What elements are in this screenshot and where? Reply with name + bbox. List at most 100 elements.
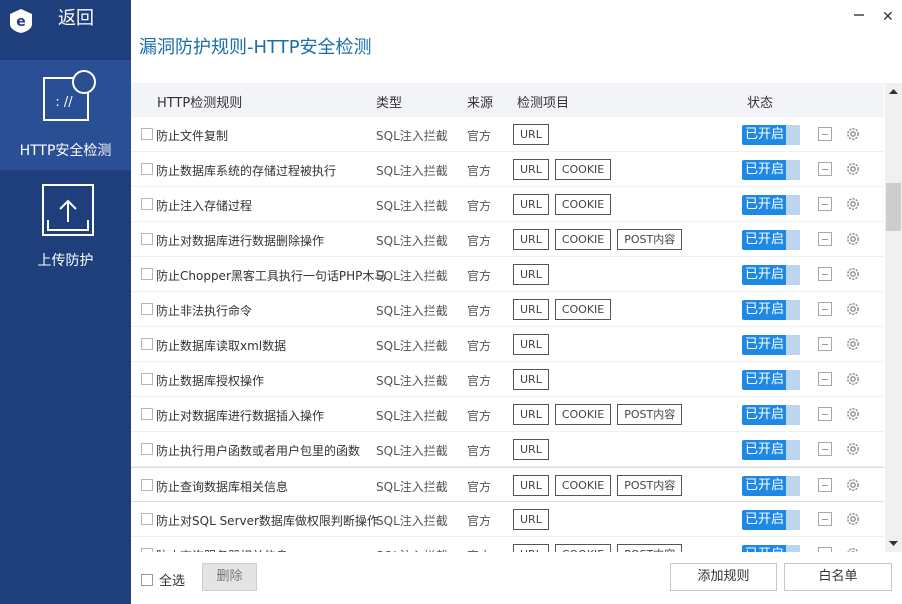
sidebar-item-upload-protection[interactable]: 上传防护	[0, 170, 131, 280]
scroll-thumb[interactable]	[886, 183, 901, 231]
status-toggle[interactable]: 已开启	[742, 160, 800, 180]
row-checkbox[interactable]	[141, 338, 153, 350]
status-toggle[interactable]: 已开启	[742, 476, 800, 496]
back-button[interactable]: e 返回	[0, 0, 131, 40]
table-header: HTTP检测规则 类型 来源 检测项目 状态	[131, 83, 884, 117]
table-row[interactable]: 防止对数据库进行数据插入操作 SQL注入拦截 官方 URL COOKIE POST内容 已开…	[131, 397, 884, 432]
row-checkbox[interactable]	[141, 268, 153, 280]
table-row[interactable]: 防止Chopper黑客工具执行一句话PHP木马 SQL注入拦截 官方 URL 已开启	[131, 257, 884, 292]
row-checkbox[interactable]	[141, 163, 153, 175]
status-toggle[interactable]: 已开启	[742, 230, 800, 250]
gear-icon[interactable]	[845, 301, 861, 317]
scroll-down-arrow-icon[interactable]	[885, 535, 902, 552]
rule-name: 防止对SQL Server数据库做权限判断操作	[156, 514, 379, 528]
select-all-checkbox[interactable]: 全选	[141, 570, 185, 589]
status-toggle[interactable]: 已开启	[742, 265, 800, 285]
collapse-icon[interactable]	[818, 232, 832, 246]
collapse-icon[interactable]	[818, 127, 832, 141]
status-toggle[interactable]: 已开启	[742, 545, 800, 552]
gear-icon[interactable]	[845, 441, 861, 457]
detection-item-tag: POST内容	[617, 404, 683, 425]
status-toggle[interactable]: 已开启	[742, 370, 800, 390]
rule-type: SQL注入拦截	[376, 480, 448, 494]
vertical-scrollbar[interactable]	[885, 83, 902, 552]
row-checkbox[interactable]	[141, 408, 153, 420]
checkbox[interactable]	[141, 573, 153, 586]
table-row[interactable]: 防止数据库授权操作 SQL注入拦截 官方 URL 已开启	[131, 362, 884, 397]
delete-button[interactable]: 删除	[202, 563, 257, 591]
collapse-icon[interactable]	[818, 478, 832, 492]
collapse-icon[interactable]	[818, 267, 832, 281]
gear-icon[interactable]	[845, 161, 861, 177]
scroll-up-arrow-icon[interactable]	[885, 83, 902, 100]
row-checkbox[interactable]	[141, 479, 153, 491]
column-header-source: 来源	[467, 96, 494, 111]
rule-source: 官方	[467, 514, 492, 528]
detection-item-tag: COOKIE	[554, 404, 612, 425]
collapse-icon[interactable]	[818, 512, 832, 526]
rule-source: 官方	[467, 129, 492, 143]
collapse-icon[interactable]	[818, 337, 832, 351]
table-row[interactable]: 防止查询数据库相关信息 SQL注入拦截 官方 URL COOKIE POST内容 已开启	[131, 467, 884, 502]
add-rule-button[interactable]: 添加规则	[670, 563, 777, 591]
gear-icon[interactable]	[845, 336, 861, 352]
rule-name: 防止非法执行命令	[156, 304, 253, 318]
table-row[interactable]: 防止文件复制 SQL注入拦截 官方 URL 已开启	[131, 117, 884, 152]
status-toggle[interactable]: 已开启	[742, 195, 800, 215]
collapse-icon[interactable]	[818, 162, 832, 176]
detection-item-tag: COOKIE	[554, 159, 612, 180]
row-checkbox[interactable]	[141, 198, 153, 210]
status-toggle[interactable]: 已开启	[742, 510, 800, 530]
detection-items: URLCOOKIEPOST内容	[513, 229, 683, 250]
collapse-icon[interactable]	[818, 407, 832, 421]
status-toggle[interactable]: 已开启	[742, 125, 800, 145]
gear-icon[interactable]	[845, 511, 861, 527]
status-toggle[interactable]: 已开启	[742, 440, 800, 460]
table-row[interactable]: 防止注入存储过程 SQL注入拦截 官方 URL COOKIE 已开启	[131, 187, 884, 222]
rule-source: 官方	[467, 547, 491, 552]
sidebar-item-http-security[interactable]: : // HTTP安全检测	[0, 60, 131, 170]
rule-source: 官方	[467, 199, 492, 213]
rules-table: HTTP检测规则 类型 来源 检测项目 状态 防止文件复制 SQL注入拦截 官方 UR…	[131, 83, 884, 552]
table-row[interactable]: 防止执行用户函数或者用户包里的函数 SQL注入拦截 官方 URL 已开启	[131, 432, 884, 467]
row-checkbox[interactable]	[141, 373, 153, 385]
column-header-status: 状态	[747, 96, 774, 111]
gear-icon[interactable]	[845, 371, 861, 387]
rule-name: 防止数据库系统的存储过程被执行	[156, 164, 337, 178]
table-row[interactable]: 防止非法执行命令 SQL注入拦截 官方 URL COOKIE 已开启	[131, 292, 884, 327]
row-checkbox[interactable]	[141, 513, 153, 525]
rule-type: SQL注入拦截	[376, 547, 448, 552]
table-row[interactable]: 防止查询服务器相关信息 SQL注入拦截 官方 URL COOKIE POST内容 已开启	[131, 537, 884, 552]
whitelist-button[interactable]: 白名单	[784, 563, 892, 591]
gear-icon[interactable]	[845, 231, 861, 247]
status-toggle[interactable]: 已开启	[742, 300, 800, 320]
minimize-icon[interactable]	[852, 8, 866, 22]
sidebar: e 返回 : // HTTP安全检测 上传防护	[0, 0, 131, 604]
row-checkbox[interactable]	[141, 548, 153, 552]
app-logo-icon: e	[10, 9, 32, 33]
status-toggle[interactable]: 已开启	[742, 405, 800, 425]
row-checkbox[interactable]	[141, 128, 153, 140]
status-toggle[interactable]: 已开启	[742, 335, 800, 355]
gear-icon[interactable]	[845, 196, 861, 212]
gear-icon[interactable]	[845, 126, 861, 142]
table-row[interactable]: 防止对SQL Server数据库做权限判断操作 SQL注入拦截 官方 URL 已开启	[131, 502, 884, 537]
collapse-icon[interactable]	[818, 547, 832, 552]
close-icon[interactable]: ✕	[882, 10, 894, 24]
row-checkbox[interactable]	[141, 443, 153, 455]
gear-icon[interactable]	[845, 266, 861, 282]
table-row[interactable]: 防止数据库系统的存储过程被执行 SQL注入拦截 官方 URL COOKIE 已开启	[131, 152, 884, 187]
collapse-icon[interactable]	[818, 197, 832, 211]
row-checkbox[interactable]	[141, 303, 153, 315]
detection-item-tag: URL	[513, 369, 549, 390]
gear-icon[interactable]	[845, 477, 861, 493]
collapse-icon[interactable]	[818, 302, 832, 316]
table-row[interactable]: 防止数据库读取xml数据 SQL注入拦截 官方 URL 已开启	[131, 327, 884, 362]
gear-icon[interactable]	[845, 546, 861, 552]
collapse-icon[interactable]	[818, 442, 832, 456]
row-checkbox[interactable]	[141, 233, 153, 245]
gear-icon[interactable]	[845, 406, 861, 422]
collapse-icon[interactable]	[818, 372, 832, 386]
table-row[interactable]: 防止对数据库进行数据删除操作 SQL注入拦截 官方 URL COOKIE POST内容 已开…	[131, 222, 884, 257]
detection-items: URLCOOKIEPOST内容	[513, 544, 683, 552]
